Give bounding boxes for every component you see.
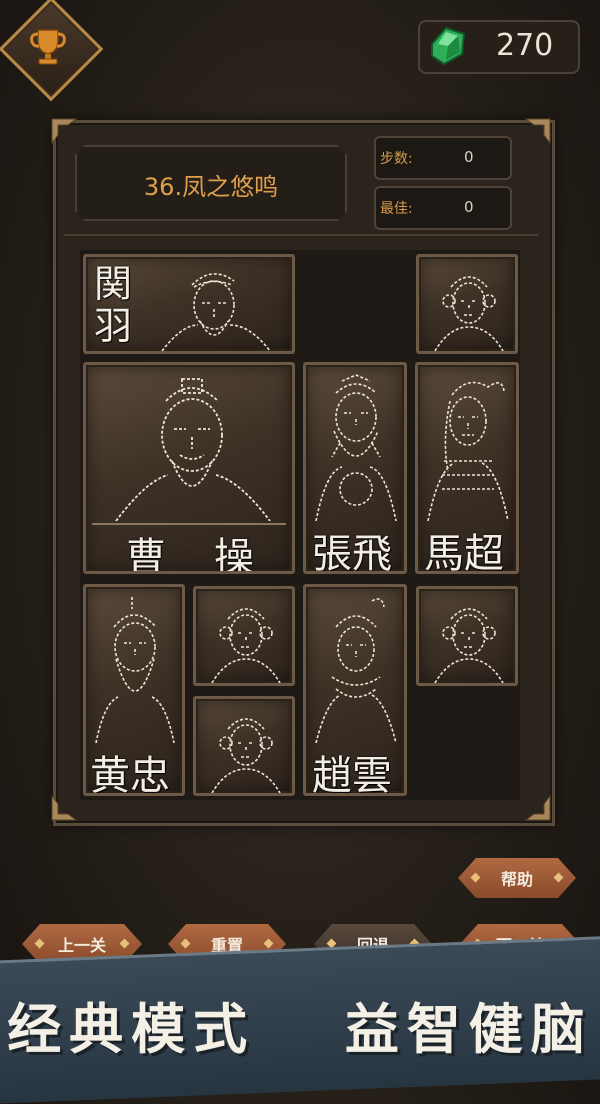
best-value: 0	[464, 198, 474, 216]
tile-machao[interactable]: 馬超	[415, 362, 519, 574]
tile-label-zhangfei: 張飛	[312, 531, 392, 574]
tile-caocao[interactable]: 曹 操	[83, 362, 295, 574]
tile-soldier[interactable]	[193, 586, 295, 686]
gem-counter: 270	[418, 20, 580, 74]
soldier-portrait-icon	[211, 608, 281, 683]
tile-zhangfei[interactable]: 張飛	[303, 362, 407, 574]
steps-panel: 步数: 0	[374, 136, 512, 180]
steps-label: 步数:	[380, 151, 413, 167]
banner-right-text: 益智健脑	[344, 997, 593, 1061]
tile-label-guanyu: 関羽	[94, 262, 133, 348]
general-portrait-icon	[161, 273, 271, 351]
tile-label-caocao-1: 曹	[126, 535, 166, 574]
help-button[interactable]: 帮助	[458, 858, 576, 898]
best-label: 最佳:	[380, 201, 413, 217]
banner-left-text: 经典模式	[7, 997, 256, 1061]
tile-soldier[interactable]	[416, 254, 518, 354]
tile-label-caocao-2: 操	[214, 535, 254, 574]
tile-zhaoyun[interactable]: 趙雲	[303, 584, 407, 796]
level-title: 36.凤之悠鸣	[143, 173, 279, 201]
trophy-icon[interactable]	[14, 12, 82, 80]
gem-count: 270	[496, 28, 554, 63]
green-gem-icon	[426, 24, 470, 72]
steps-value: 0	[464, 148, 474, 166]
corner-ornament-icon	[524, 794, 551, 821]
tile-huangzhong[interactable]: 黄忠	[83, 584, 185, 796]
general-portrait-icon	[315, 374, 397, 521]
best-panel: 最佳: 0	[374, 186, 512, 230]
promo-banner-text: 经典模式 益智健脑	[0, 985, 600, 1064]
corner-ornament-icon	[524, 118, 551, 145]
general-portrait-icon	[115, 378, 271, 521]
corner-ornament-icon	[51, 794, 78, 821]
tile-label-huangzhong: 黄忠	[90, 753, 170, 796]
soldier-portrait-icon	[434, 276, 504, 351]
corner-ornament-icon	[51, 118, 78, 145]
tile-guanyu[interactable]: 関羽	[83, 254, 295, 354]
level-title-panel: 36.凤之悠鸣	[75, 145, 347, 221]
general-portrait-icon	[315, 598, 397, 743]
general-portrait-icon	[427, 381, 509, 521]
tile-label-zhaoyun: 趙雲	[312, 753, 392, 796]
tile-soldier[interactable]	[193, 696, 295, 796]
soldier-portrait-icon	[211, 718, 281, 793]
tile-label-machao: 馬超	[424, 531, 504, 574]
soldier-portrait-icon	[434, 608, 504, 683]
tile-soldier[interactable]	[416, 586, 518, 686]
divider	[64, 234, 538, 236]
general-portrait-icon	[95, 597, 175, 743]
